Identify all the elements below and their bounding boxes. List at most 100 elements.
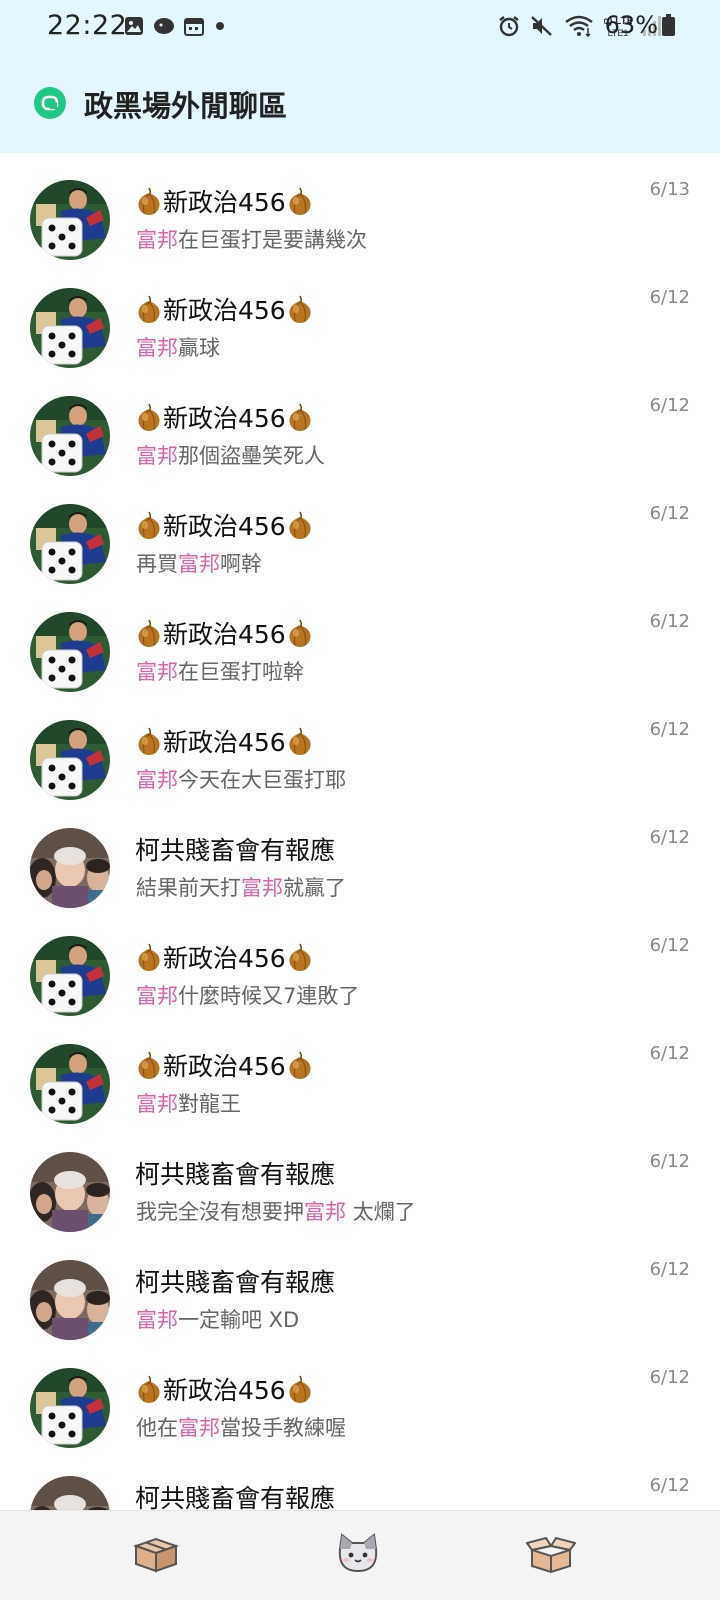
preview-text: 當投手教練喔 (220, 1416, 346, 1440)
list-item[interactable]: 新政治456 他在富邦當投手教練喔 6/12 (0, 1341, 720, 1451)
message-preview: 富邦什麼時候又7連敗了 (136, 980, 359, 1010)
box-open-icon[interactable] (526, 1529, 576, 1579)
sender-name-text: 新政治456 (163, 1052, 286, 1081)
highlight-keyword: 富邦 (136, 984, 178, 1008)
avatar-elders[interactable] (30, 828, 110, 908)
onion-icon (286, 726, 314, 756)
avatar-dice-man[interactable] (30, 936, 110, 1016)
message-date: 6/12 (649, 1043, 690, 1064)
message-date: 6/12 (649, 1367, 690, 1388)
sender-name: 柯共賤畜會有報應 (135, 831, 335, 867)
avatar-dice-man[interactable] (30, 1368, 110, 1448)
avatar-elders[interactable] (30, 1476, 110, 1510)
calendar-icon (184, 18, 204, 36)
avatar-dice-man[interactable] (30, 1044, 110, 1124)
highlight-keyword: 富邦 (136, 1092, 178, 1116)
bottom-navigation (0, 1510, 720, 1600)
preview-text: 再買 (136, 552, 178, 576)
onion-icon (135, 1374, 163, 1404)
highlight-keyword: 富邦 (178, 552, 220, 576)
list-item[interactable]: 新政治456 富邦在巨蛋打是要講幾次 6/13 (0, 153, 720, 263)
highlight-keyword: 富邦 (304, 1200, 346, 1224)
list-item[interactable]: 柯共賤畜會有報應我完全沒有想要押富邦 太爛了 6/12 (0, 1125, 720, 1235)
onion-icon (135, 726, 163, 756)
box-closed-icon[interactable] (131, 1529, 181, 1579)
board-badge-icon[interactable] (34, 87, 66, 119)
message-preview: 富邦那個盜壘笑死人 (136, 440, 325, 470)
highlight-keyword: 富邦 (241, 876, 283, 900)
sender-name-text: 柯共賤畜會有報應 (135, 1268, 336, 1297)
preview-text: 那個盜壘笑死人 (178, 444, 325, 468)
preview-text: 對龍王 (178, 1092, 241, 1116)
highlight-keyword: 富邦 (136, 228, 178, 252)
preview-text: 我完全沒有想要押 (136, 1200, 304, 1224)
sender-name-text: 柯共賤畜會有報應 (135, 1484, 336, 1510)
message-preview: 富邦贏球 (136, 332, 220, 362)
sender-name: 新政治456 (135, 1047, 314, 1083)
message-date: 6/12 (649, 1259, 690, 1280)
list-item[interactable]: 新政治456 富邦今天在大巨蛋打耶 6/12 (0, 693, 720, 803)
preview-text: 一定輸吧 XD (178, 1308, 300, 1332)
avatar-elders[interactable] (30, 1152, 110, 1232)
sender-name: 新政治456 (135, 183, 314, 219)
preview-text: 在巨蛋打啦幹 (178, 660, 304, 684)
gallery-icon (125, 17, 143, 35)
avatar-dice-man[interactable] (30, 504, 110, 584)
avatar-dice-man[interactable] (30, 720, 110, 800)
sender-name-text: 新政治456 (163, 404, 286, 433)
avatar-dice-man[interactable] (30, 396, 110, 476)
list-item[interactable]: 新政治456 富邦對龍王 6/12 (0, 1017, 720, 1127)
message-date: 6/12 (649, 503, 690, 524)
list-item[interactable]: 新政治456 富邦什麼時候又7連敗了 6/12 (0, 909, 720, 1019)
mute-icon (531, 16, 552, 36)
avatar-dice-man[interactable] (30, 612, 110, 692)
list-item[interactable]: 新政治456 富邦在巨蛋打啦幹 6/12 (0, 585, 720, 695)
sender-name-text: 新政治456 (163, 620, 286, 649)
list-item[interactable]: 柯共賤畜會有報應富邦一定輸吧 XD 6/12 (0, 1233, 720, 1343)
list-item[interactable]: 柯共賤畜會有報應結果前天打富邦就贏了 6/12 (0, 801, 720, 911)
avatar-dice-man[interactable] (30, 180, 110, 260)
message-date: 6/12 (649, 1475, 690, 1496)
sender-name: 新政治456 (135, 939, 314, 975)
list-item[interactable]: 新政治456 再買富邦啊幹 6/12 (0, 477, 720, 587)
message-preview: 他在富邦當投手教練喔 (136, 1412, 346, 1442)
highlight-keyword: 富邦 (136, 336, 178, 360)
sender-name: 新政治456 (135, 291, 314, 327)
battery-icon (662, 14, 675, 36)
cat-icon[interactable] (333, 1529, 383, 1579)
sender-name: 柯共賤畜會有報應 (135, 1263, 335, 1299)
onion-icon (286, 1050, 314, 1080)
onion-icon (286, 1374, 314, 1404)
sender-name-text: 新政治456 (163, 512, 286, 541)
page-title: 政黑場外閒聊區 (84, 89, 288, 123)
list-item[interactable]: 新政治456 富邦贏球 6/12 (0, 261, 720, 371)
onion-icon (135, 186, 163, 216)
preview-text: 啊幹 (220, 552, 262, 576)
message-date: 6/12 (649, 287, 690, 308)
avatar-elders[interactable] (30, 1260, 110, 1340)
avatar-dice-man[interactable] (30, 288, 110, 368)
sender-name: 新政治456 (135, 507, 314, 543)
preview-text: 結果前天打 (136, 876, 241, 900)
message-preview: 富邦在巨蛋打啦幹 (136, 656, 304, 686)
sender-name: 新政治456 (135, 1371, 314, 1407)
message-preview: 富邦今天在大巨蛋打耶 (136, 764, 346, 794)
preview-text: 就贏了 (283, 876, 346, 900)
highlight-keyword: 富邦 (136, 1308, 178, 1332)
sender-name: 新政治456 (135, 723, 314, 759)
wifi-icon (565, 15, 593, 38)
message-preview: 富邦對龍王 (136, 1088, 241, 1118)
list-item[interactable]: 新政治456 富邦那個盜壘笑死人 6/12 (0, 369, 720, 479)
preview-text: 在巨蛋打是要講幾次 (178, 228, 367, 252)
onion-icon (135, 510, 163, 540)
sender-name-text: 柯共賤畜會有報應 (135, 1160, 336, 1189)
list-item[interactable]: 柯共賤畜會有報應 6/12 (0, 1449, 720, 1510)
battery-percent: 63% (604, 11, 658, 39)
onion-icon (135, 294, 163, 324)
message-list[interactable]: 新政治456 富邦在巨蛋打是要講幾次 6/13 新政治456 富邦贏球 6/12 新政治45… (0, 153, 720, 1510)
preview-text: 太爛了 (346, 1200, 416, 1224)
onion-icon (135, 1050, 163, 1080)
sender-name-text: 柯共賤畜會有報應 (135, 836, 336, 865)
message-date: 6/12 (649, 827, 690, 848)
message-date: 6/12 (649, 1151, 690, 1172)
